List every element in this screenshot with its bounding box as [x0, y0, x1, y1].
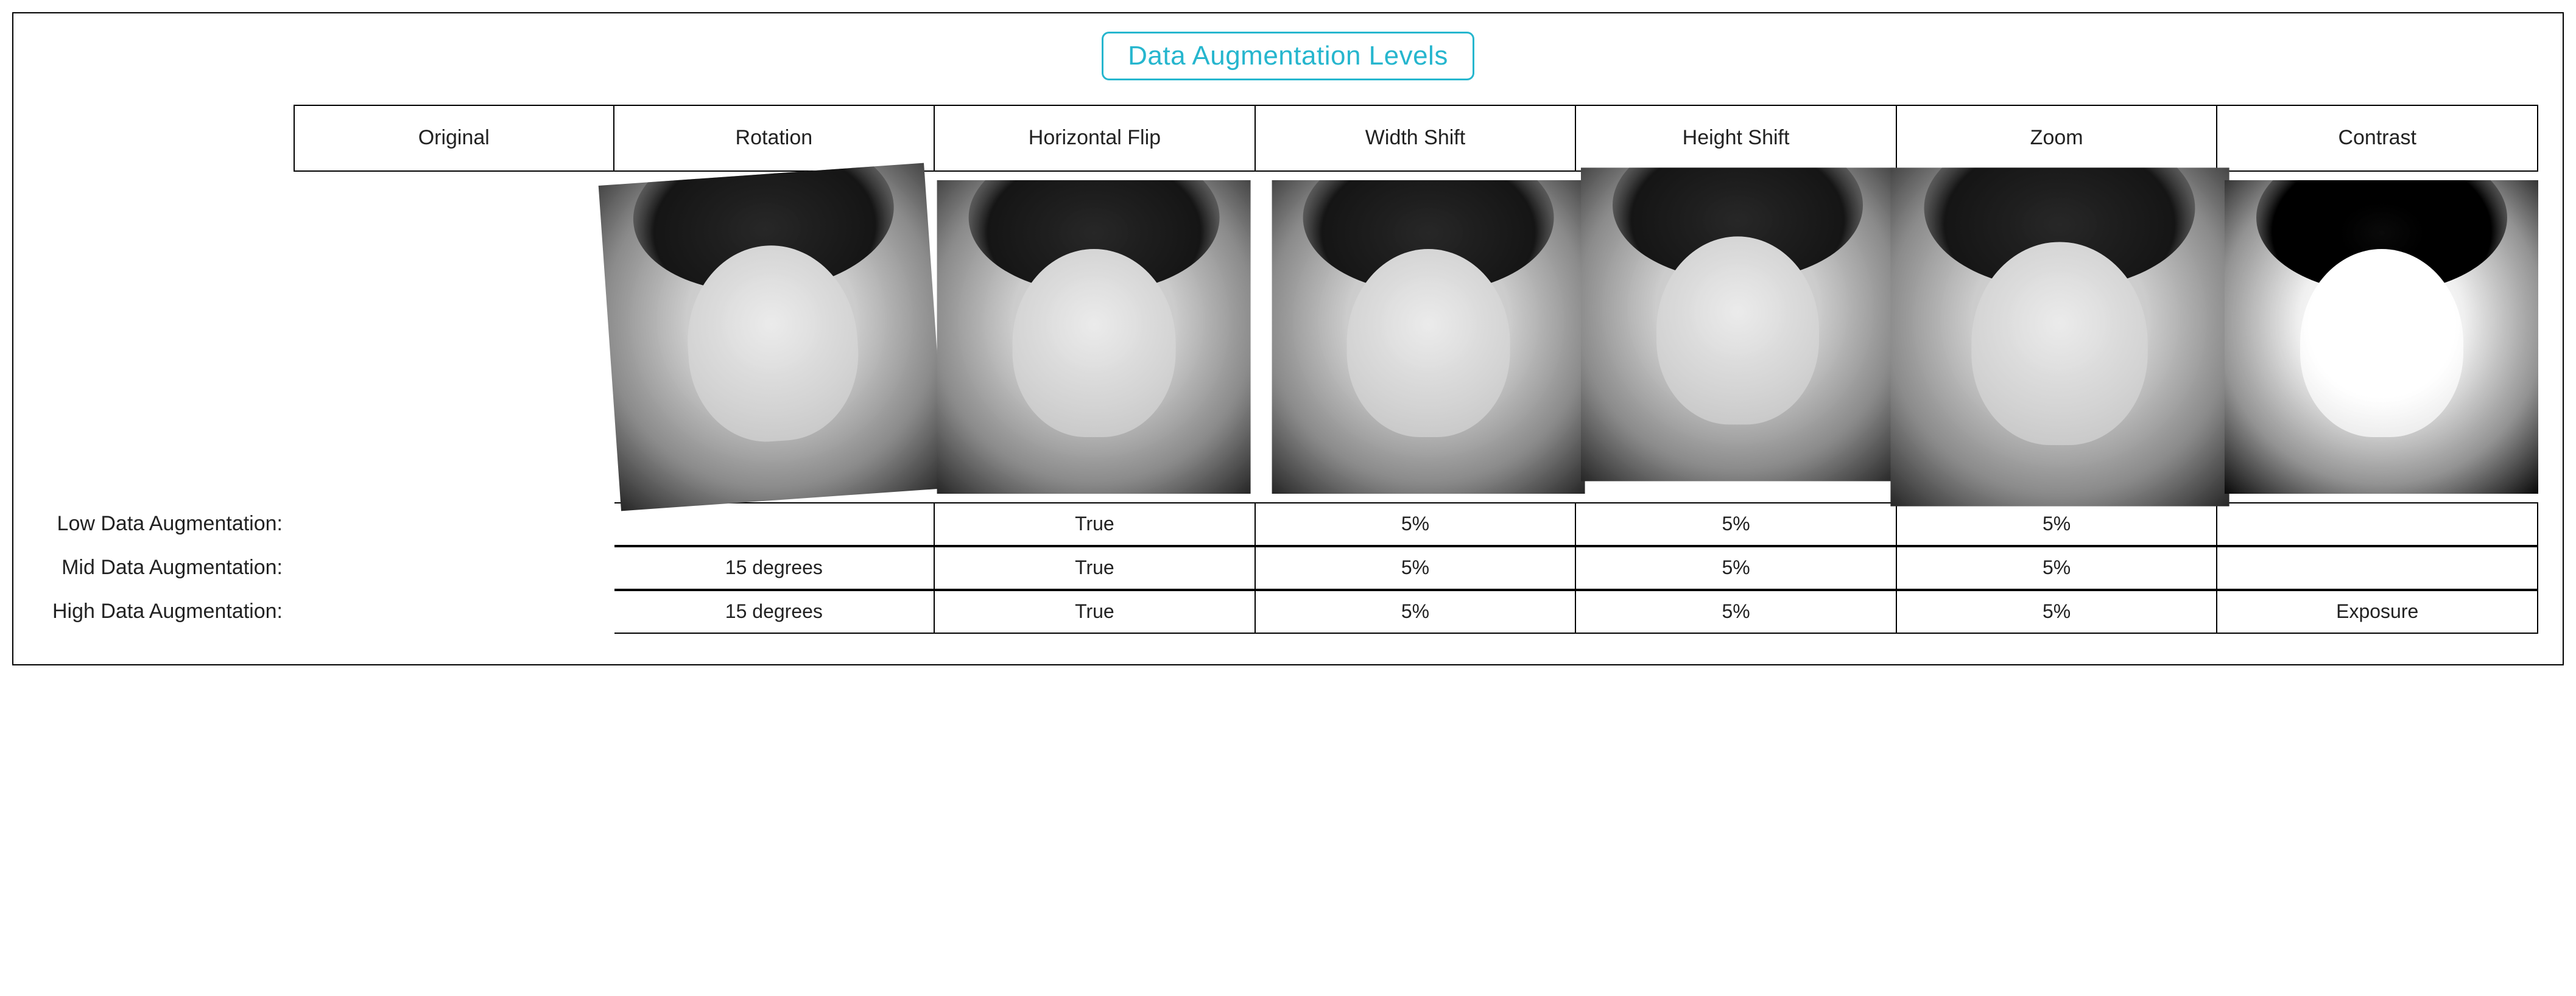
col-header-original: Original [294, 105, 614, 172]
row-label-high: High Data Augmentation: [38, 590, 294, 634]
row-mid-rotation: 15 degrees [614, 546, 935, 590]
image-row-spacer [38, 172, 294, 502]
row-mid-hshift: 5% [1576, 546, 1897, 590]
row-mid-zoom: 5% [1897, 546, 2218, 590]
row-mid-wshift: 5% [1256, 546, 1577, 590]
sample-image-original [294, 180, 607, 494]
row-high-original-gap [294, 590, 614, 634]
row-high-wshift: 5% [1256, 590, 1577, 634]
col-header-rotation: Rotation [614, 105, 935, 172]
row-mid-hflip: True [935, 546, 1256, 590]
augmentation-grid: Original Rotation Horizontal Flip Width … [38, 105, 2538, 634]
row-high-contrast: Exposure [2217, 590, 2538, 634]
sample-image-horizontal-flip [937, 180, 1251, 494]
row-low-contrast [2217, 502, 2538, 546]
row-high-hflip: True [935, 590, 1256, 634]
sample-image-width-shift [1272, 180, 1585, 494]
row-low-wshift: 5% [1256, 502, 1577, 546]
row-label-low: Low Data Augmentation: [38, 502, 294, 546]
row-low-hflip: True [935, 502, 1256, 546]
row-high-hshift: 5% [1576, 590, 1897, 634]
col-header-width-shift: Width Shift [1256, 105, 1577, 172]
figure-title: Data Augmentation Levels [1102, 32, 1474, 80]
row-high-zoom: 5% [1897, 590, 2218, 634]
row-mid-original-gap [294, 546, 614, 590]
sample-image-rotation [598, 163, 946, 511]
row-low-original-gap [294, 502, 614, 546]
col-header-horizontal-flip: Horizontal Flip [935, 105, 1256, 172]
header-spacer [38, 105, 294, 172]
col-header-contrast: Contrast [2217, 105, 2538, 172]
sample-image-zoom [1890, 167, 2229, 506]
figure-frame: Data Augmentation Levels Original Rotati… [12, 12, 2564, 665]
title-container: Data Augmentation Levels [38, 32, 2538, 80]
row-label-mid: Mid Data Augmentation: [38, 546, 294, 590]
row-low-hshift: 5% [1576, 502, 1897, 546]
row-low-rotation [614, 502, 935, 546]
row-mid-contrast [2217, 546, 2538, 590]
row-low-zoom: 5% [1897, 502, 2218, 546]
row-high-rotation: 15 degrees [614, 590, 935, 634]
col-header-height-shift: Height Shift [1576, 105, 1897, 172]
image-row [294, 172, 2538, 502]
sample-image-height-shift [1581, 167, 1895, 481]
sample-image-contrast [2225, 180, 2538, 494]
col-header-zoom: Zoom [1897, 105, 2218, 172]
